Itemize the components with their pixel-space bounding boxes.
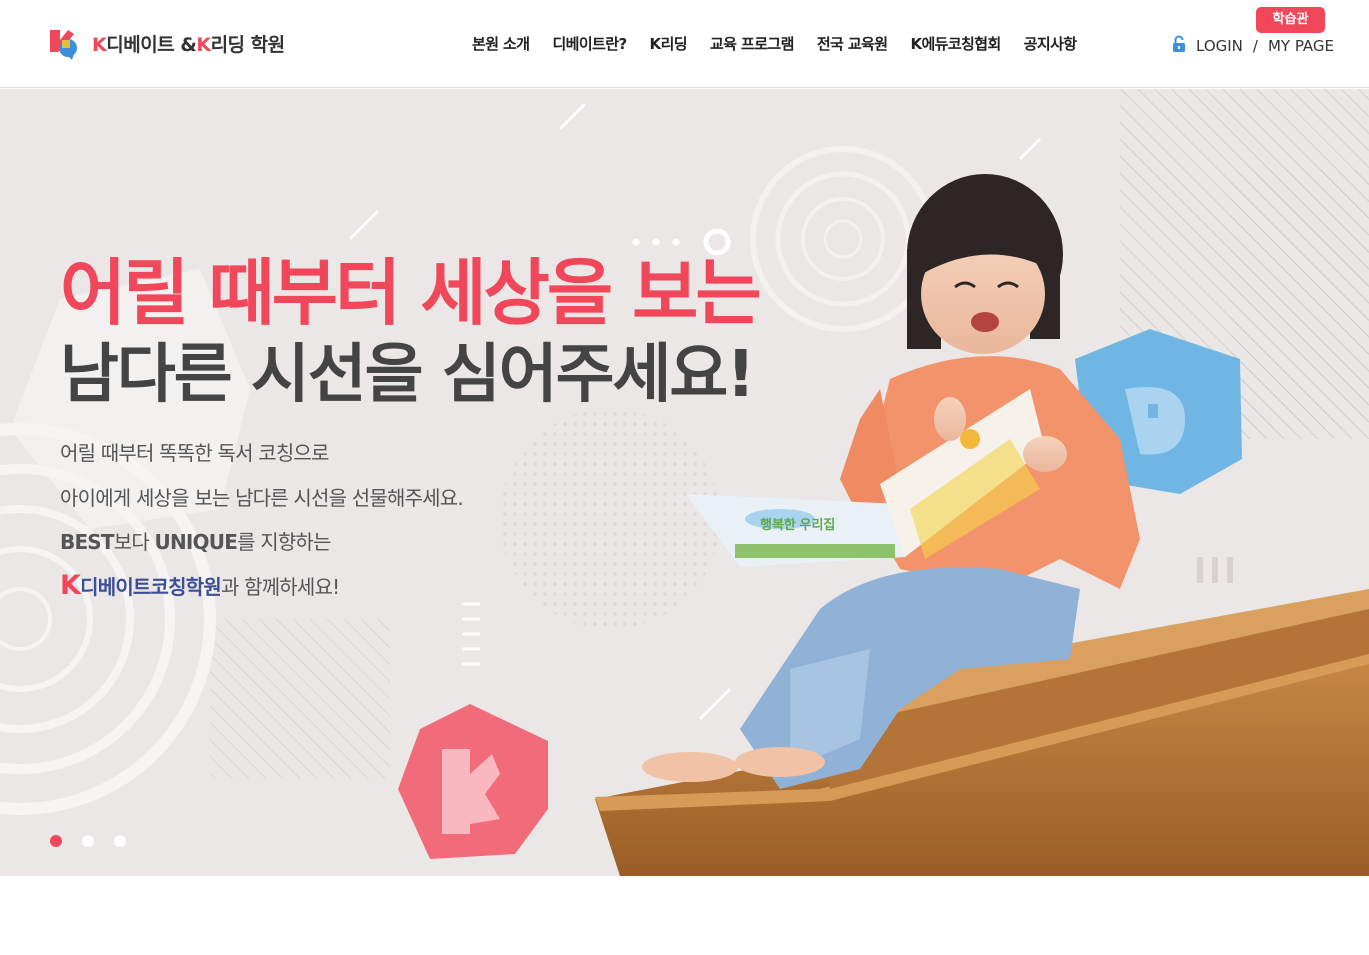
- hero-title-line1: 어릴 때부터 세상을 보는: [60, 251, 762, 335]
- logo-icon: [48, 26, 80, 60]
- nav-notice[interactable]: 공지사항: [1024, 33, 1077, 54]
- book-title: 행복한 우리집: [760, 517, 835, 532]
- nav-kreading[interactable]: K리딩: [650, 33, 688, 54]
- hero-text-line3: BEST보다 UNIQUE를 지향하는: [60, 526, 331, 555]
- hero-title-line2: 남다른 시선을 심어주세요!: [60, 338, 755, 412]
- account-links: LOGIN / MY PAGE: [1170, 35, 1334, 57]
- site-header: K디베이트 &K리딩 학원 본원 소개 디베이트란? K리딩 교육 프로그램 전…: [0, 0, 1369, 88]
- hero-text-line4: K디베이트코칭학원과 함께하세요!: [60, 570, 340, 601]
- logo-text: K디베이트 &K리딩 학원: [92, 33, 285, 56]
- nav-centers[interactable]: 전국 교육원: [817, 33, 888, 54]
- page-below-hero: [0, 877, 1369, 955]
- site-logo[interactable]: K디베이트 &K리딩 학원: [48, 26, 285, 60]
- account-separator: /: [1252, 37, 1258, 55]
- mypage-link[interactable]: MY PAGE: [1268, 37, 1334, 55]
- slider-dot-3[interactable]: [114, 835, 126, 847]
- slider-dot-2[interactable]: [82, 835, 94, 847]
- k-letter: K: [60, 570, 81, 601]
- line3-end-text: 를 지향하는: [237, 530, 331, 554]
- study-hall-button[interactable]: 학습관: [1256, 7, 1325, 33]
- nav-about[interactable]: 본원 소개: [472, 33, 530, 54]
- main-nav: 본원 소개 디베이트란? K리딩 교육 프로그램 전국 교육원 K에듀코칭협회 …: [472, 33, 1077, 54]
- hero-text-line2: 아이에게 세상을 보는 남다른 시선을 선물해주세요.: [60, 486, 464, 510]
- hero-banner: 행복한 우리집 어릴 때부터 세상을 보는 남다른 시선을 심어주세요! 어릴 …: [0, 89, 1369, 876]
- line4-end-text: 과 함께하세요!: [220, 575, 340, 599]
- nav-debate[interactable]: 디베이트란?: [552, 33, 627, 54]
- academy-name: 디베이트코칭학원: [80, 575, 222, 599]
- best-text: BEST: [60, 530, 115, 554]
- unlock-icon: [1170, 35, 1188, 57]
- unique-text: UNIQUE: [154, 530, 238, 554]
- slider-pagination: [50, 835, 126, 847]
- nav-association[interactable]: K에듀코칭협회: [910, 33, 1001, 54]
- nav-programs[interactable]: 교육 프로그램: [710, 33, 794, 54]
- best-mid-text: 보다: [113, 530, 155, 554]
- hero-text-line1: 어릴 때부터 똑똑한 독서 코칭으로: [60, 441, 329, 465]
- login-link[interactable]: LOGIN: [1196, 37, 1243, 55]
- slider-dot-1[interactable]: [50, 835, 62, 847]
